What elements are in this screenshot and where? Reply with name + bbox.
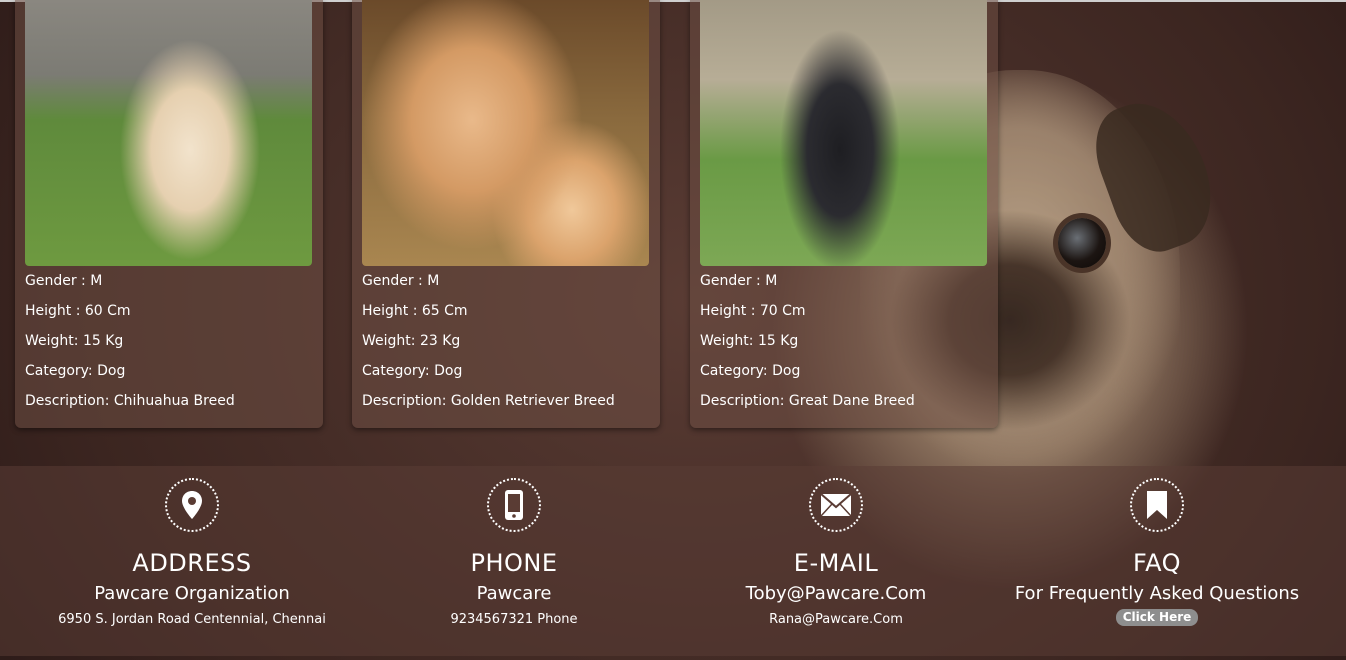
- email-secondary[interactable]: Rana@Pawcare.Com: [676, 612, 996, 627]
- dog-card-great-dane: Gender : M Height : 70 Cm Weight: 15 Kg …: [690, 0, 998, 428]
- dog-category: Category: Dog: [700, 363, 801, 379]
- dog-photo-chihuahua: [25, 0, 312, 266]
- address-section: ADDRESS Pawcare Organization 6950 S. Jor…: [32, 466, 352, 627]
- dog-description: Description: Golden Retriever Breed: [362, 393, 615, 409]
- faq-subtitle: For Frequently Asked Questions: [1014, 583, 1300, 604]
- bookmark-icon: [1130, 478, 1184, 532]
- dog-card-golden-retriever: Gender : M Height : 65 Cm Weight: 23 Kg …: [352, 0, 660, 428]
- dog-description: Description: Chihuahua Breed: [25, 393, 235, 409]
- dog-info: Gender : M Height : 60 Cm Weight: 15 Kg …: [25, 266, 235, 416]
- address-name: Pawcare Organization: [94, 583, 290, 604]
- dog-height: Height : 70 Cm: [700, 303, 806, 319]
- email-title: E-MAIL: [793, 549, 879, 577]
- dog-gender: Gender : M: [362, 273, 440, 289]
- dog-weight: Weight: 23 Kg: [362, 333, 461, 349]
- dog-category: Category: Dog: [25, 363, 126, 379]
- dog-card-chihuahua: Gender : M Height : 60 Cm Weight: 15 Kg …: [15, 0, 323, 428]
- dog-height: Height : 65 Cm: [362, 303, 468, 319]
- mobile-phone-icon: [487, 478, 541, 532]
- phone-title: PHONE: [470, 549, 558, 577]
- email-section: E-MAIL Toby@Pawcare.Com Rana@Pawcare.Com: [676, 466, 996, 627]
- faq-click-here-button[interactable]: Click Here: [1115, 609, 1199, 626]
- dog-photo-golden-retriever: [362, 0, 649, 266]
- dog-description: Description: Great Dane Breed: [700, 393, 915, 409]
- address-title: ADDRESS: [132, 549, 252, 577]
- dog-gender: Gender : M: [700, 273, 778, 289]
- dog-weight: Weight: 15 Kg: [700, 333, 799, 349]
- background-pug-eye: [1058, 218, 1106, 268]
- phone-section: PHONE Pawcare 9234567321 Phone: [354, 466, 674, 627]
- dog-info: Gender : M Height : 70 Cm Weight: 15 Kg …: [700, 266, 915, 416]
- faq-title: FAQ: [1133, 549, 1181, 577]
- dog-photo-great-dane: [700, 0, 987, 266]
- faq-section: FAQ For Frequently Asked Questions Click…: [997, 466, 1317, 626]
- envelope-icon: [809, 478, 863, 532]
- dog-gender: Gender : M: [25, 273, 103, 289]
- contact-footer: ADDRESS Pawcare Organization 6950 S. Jor…: [0, 466, 1346, 656]
- dog-height: Height : 60 Cm: [25, 303, 131, 319]
- dog-weight: Weight: 15 Kg: [25, 333, 124, 349]
- phone-name: Pawcare: [476, 583, 552, 604]
- address-detail: 6950 S. Jordan Road Centennial, Chennai: [58, 612, 326, 627]
- phone-detail: 9234567321 Phone: [450, 612, 578, 627]
- location-pin-icon: [165, 478, 219, 532]
- email-primary[interactable]: Toby@Pawcare.Com: [676, 583, 996, 604]
- dog-category: Category: Dog: [362, 363, 463, 379]
- dog-info: Gender : M Height : 65 Cm Weight: 23 Kg …: [362, 266, 615, 416]
